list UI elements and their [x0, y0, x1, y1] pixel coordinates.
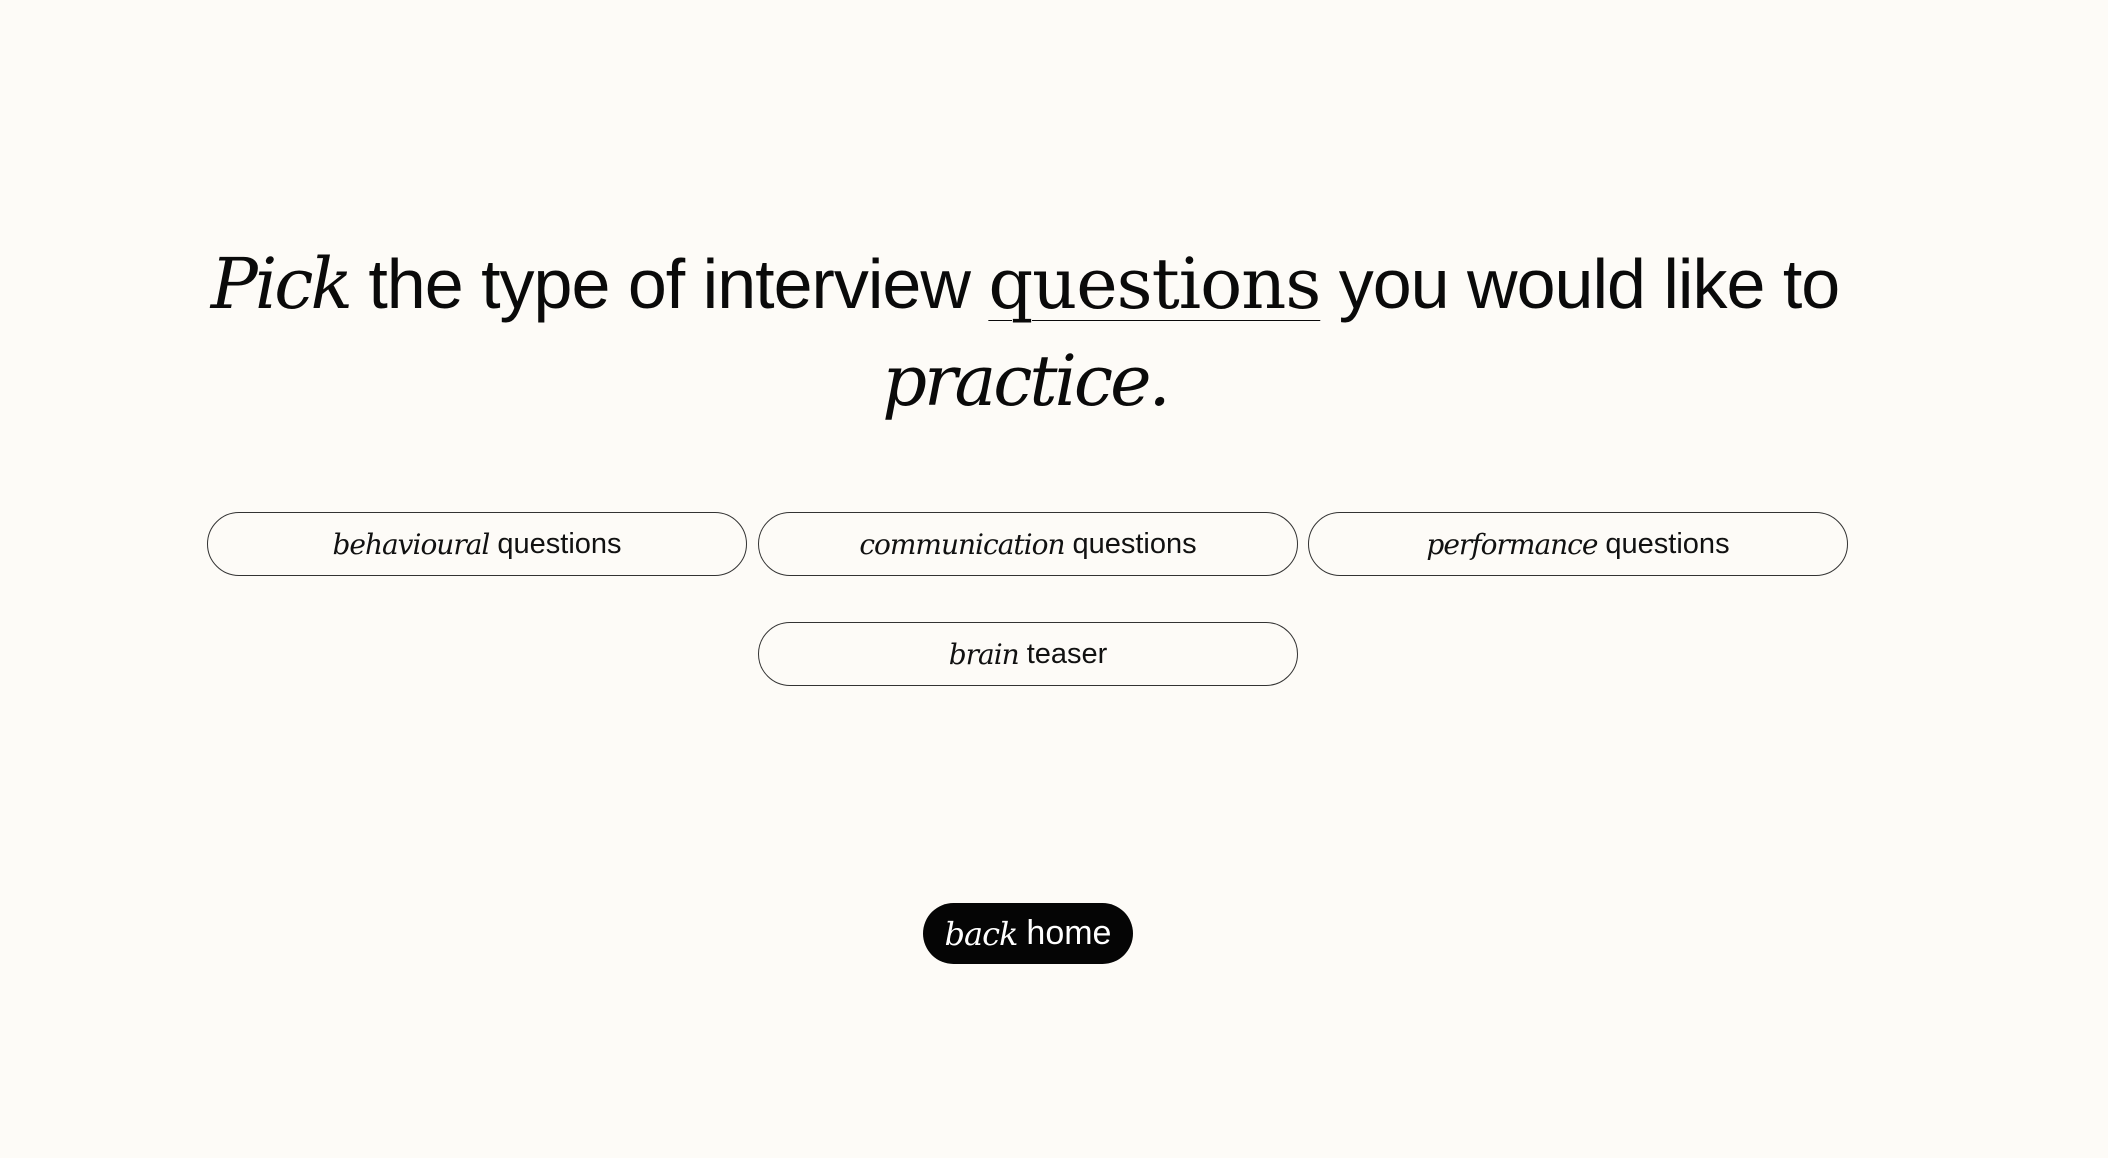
title-text-1: the type of interview [368, 245, 971, 323]
title-text-2: you would like to [1338, 245, 1841, 323]
option-italic-label: performance [1426, 527, 1598, 561]
home-italic-label: back [944, 914, 1019, 953]
option-italic-label: communication [859, 527, 1065, 561]
back-home-button[interactable]: back home [923, 903, 1133, 964]
option-label: teaser [1026, 637, 1108, 670]
title-word-pick: Pick [210, 243, 353, 325]
title-word-practice: practice. [882, 340, 1171, 422]
page-title: Pick the type of interview questions you… [0, 236, 2050, 430]
option-label: questions [497, 527, 622, 560]
communication-questions-button[interactable]: communication questions [758, 512, 1298, 576]
option-italic-label: behavioural [332, 527, 490, 561]
behavioural-questions-button[interactable]: behavioural questions [207, 512, 747, 576]
option-label: questions [1605, 527, 1730, 560]
option-label: questions [1072, 527, 1197, 560]
brain-teaser-button[interactable]: brain teaser [758, 622, 1298, 686]
performance-questions-button[interactable]: performance questions [1308, 512, 1848, 576]
title-word-questions: questions [988, 243, 1321, 325]
home-label: home [1026, 914, 1112, 952]
option-italic-label: brain [948, 637, 1020, 671]
